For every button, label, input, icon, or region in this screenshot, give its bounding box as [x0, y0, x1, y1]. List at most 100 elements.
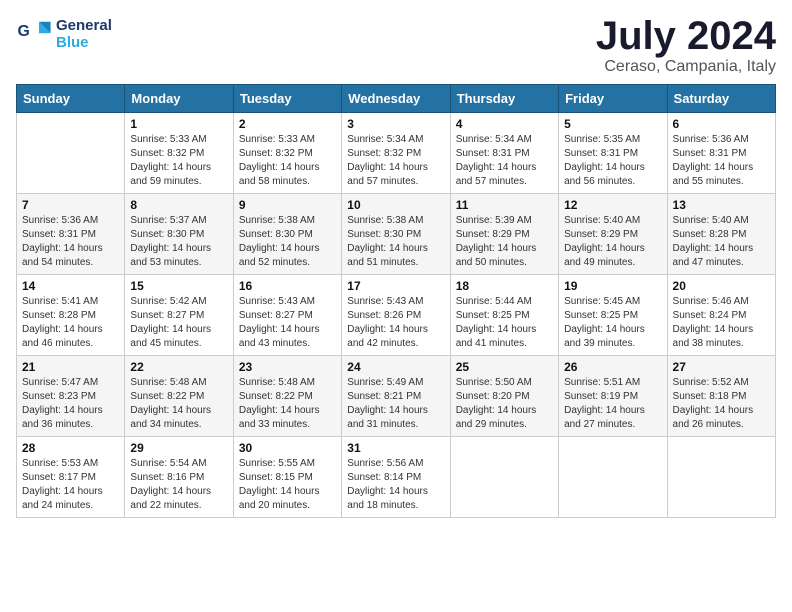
day-info: Sunrise: 5:37 AM Sunset: 8:30 PM Dayligh…	[130, 214, 227, 270]
calendar-week-4: 21 Sunrise: 5:47 AM Sunset: 8:23 PM Dayli…	[17, 356, 776, 437]
day-info: Sunrise: 5:41 AM Sunset: 8:28 PM Dayligh…	[22, 295, 119, 351]
day-header-monday: Monday	[125, 85, 233, 113]
day-info: Sunrise: 5:47 AM Sunset: 8:23 PM Dayligh…	[22, 376, 119, 432]
day-number: 18	[456, 279, 553, 293]
calendar-cell: 4Sunrise: 5:34 AM Sunset: 8:31 PM Daylig…	[450, 113, 558, 194]
day-info: Sunrise: 5:48 AM Sunset: 8:22 PM Dayligh…	[130, 376, 227, 432]
day-info: Sunrise: 5:50 AM Sunset: 8:20 PM Dayligh…	[456, 376, 553, 432]
day-number: 24	[347, 360, 444, 374]
calendar-cell: 17 Sunrise: 5:43 AM Sunset: 8:26 PM Dayli…	[342, 275, 450, 356]
day-info: Sunrise: 5:53 AM Sunset: 8:17 PM Dayligh…	[22, 457, 119, 513]
calendar-header-row: SundayMondayTuesdayWednesdayThursdayFrid…	[17, 85, 776, 113]
calendar-cell: 1 Sunrise: 5:33 AM Sunset: 8:32 PM Daylig…	[125, 113, 233, 194]
day-number: 21	[22, 360, 119, 374]
day-number: 6	[673, 117, 770, 131]
day-header-saturday: Saturday	[667, 85, 775, 113]
calendar-title: July 2024	[596, 16, 776, 56]
day-number: 20	[673, 279, 770, 293]
day-info: Sunrise: 5:40 AM Sunset: 8:28 PM Dayligh…	[673, 214, 770, 270]
day-info: Sunrise: 5:46 AM Sunset: 8:24 PM Dayligh…	[673, 295, 770, 351]
day-number: 14	[22, 279, 119, 293]
day-number: 15	[130, 279, 227, 293]
day-header-tuesday: Tuesday	[233, 85, 341, 113]
day-number: 7	[22, 198, 119, 212]
day-info: Sunrise: 5:39 AM Sunset: 8:29 PM Dayligh…	[456, 214, 553, 270]
day-number: 28	[22, 441, 119, 455]
day-number: 19	[564, 279, 661, 293]
calendar-cell: 22 Sunrise: 5:48 AM Sunset: 8:22 PM Dayli…	[125, 356, 233, 437]
day-number: 26	[564, 360, 661, 374]
calendar-cell: 6 Sunrise: 5:36 AM Sunset: 8:31 PM Daylig…	[667, 113, 775, 194]
day-info: Sunrise: 5:33 AM Sunset: 8:32 PM Dayligh…	[130, 133, 227, 189]
day-info: Sunrise: 5:55 AM Sunset: 8:15 PM Dayligh…	[239, 457, 336, 513]
calendar-cell: 26 Sunrise: 5:51 AM Sunset: 8:19 PM Dayli…	[559, 356, 667, 437]
day-number: 10	[347, 198, 444, 212]
day-number: 29	[130, 441, 227, 455]
day-number: 13	[673, 198, 770, 212]
day-number: 4	[456, 117, 553, 131]
calendar-cell: 14 Sunrise: 5:41 AM Sunset: 8:28 PM Dayli…	[17, 275, 125, 356]
day-number: 5	[564, 117, 661, 131]
logo: G General Blue	[16, 16, 112, 52]
svg-text:G: G	[17, 23, 29, 40]
day-number: 3	[347, 117, 444, 131]
day-info: Sunrise: 5:49 AM Sunset: 8:21 PM Dayligh…	[347, 376, 444, 432]
day-info: Sunrise: 5:54 AM Sunset: 8:16 PM Dayligh…	[130, 457, 227, 513]
calendar-cell	[17, 113, 125, 194]
day-number: 23	[239, 360, 336, 374]
day-number: 11	[456, 198, 553, 212]
day-info: Sunrise: 5:38 AM Sunset: 8:30 PM Dayligh…	[239, 214, 336, 270]
day-info: Sunrise: 5:48 AM Sunset: 8:22 PM Dayligh…	[239, 376, 336, 432]
header: G General Blue July 2024 Ceraso, Campani…	[16, 16, 776, 76]
day-number: 27	[673, 360, 770, 374]
day-info: Sunrise: 5:42 AM Sunset: 8:27 PM Dayligh…	[130, 295, 227, 351]
day-number: 25	[456, 360, 553, 374]
day-info: Sunrise: 5:36 AM Sunset: 8:31 PM Dayligh…	[673, 133, 770, 189]
calendar-cell: 11 Sunrise: 5:39 AM Sunset: 8:29 PM Dayli…	[450, 194, 558, 275]
day-number: 17	[347, 279, 444, 293]
day-number: 22	[130, 360, 227, 374]
calendar-cell: 18 Sunrise: 5:44 AM Sunset: 8:25 PM Dayli…	[450, 275, 558, 356]
day-number: 2	[239, 117, 336, 131]
calendar-cell: 20 Sunrise: 5:46 AM Sunset: 8:24 PM Dayli…	[667, 275, 775, 356]
calendar-cell	[667, 437, 775, 518]
day-header-sunday: Sunday	[17, 85, 125, 113]
day-info: Sunrise: 5:51 AM Sunset: 8:19 PM Dayligh…	[564, 376, 661, 432]
calendar-cell: 29 Sunrise: 5:54 AM Sunset: 8:16 PM Dayli…	[125, 437, 233, 518]
calendar-cell: 30 Sunrise: 5:55 AM Sunset: 8:15 PM Dayli…	[233, 437, 341, 518]
calendar-cell: 5 Sunrise: 5:35 AM Sunset: 8:31 PM Daylig…	[559, 113, 667, 194]
day-number: 30	[239, 441, 336, 455]
calendar-week-2: 7 Sunrise: 5:36 AM Sunset: 8:31 PM Daylig…	[17, 194, 776, 275]
day-info: Sunrise: 5:43 AM Sunset: 8:27 PM Dayligh…	[239, 295, 336, 351]
calendar-cell: 15 Sunrise: 5:42 AM Sunset: 8:27 PM Dayli…	[125, 275, 233, 356]
day-info: Sunrise: 5:36 AM Sunset: 8:31 PM Dayligh…	[22, 214, 119, 270]
day-info: Sunrise: 5:35 AM Sunset: 8:31 PM Dayligh…	[564, 133, 661, 189]
calendar-cell: 24 Sunrise: 5:49 AM Sunset: 8:21 PM Dayli…	[342, 356, 450, 437]
day-header-wednesday: Wednesday	[342, 85, 450, 113]
day-number: 16	[239, 279, 336, 293]
day-header-friday: Friday	[559, 85, 667, 113]
day-header-thursday: Thursday	[450, 85, 558, 113]
day-info: Sunrise: 5:43 AM Sunset: 8:26 PM Dayligh…	[347, 295, 444, 351]
title-area: July 2024 Ceraso, Campania, Italy	[596, 16, 776, 76]
calendar-cell: 25 Sunrise: 5:50 AM Sunset: 8:20 PM Dayli…	[450, 356, 558, 437]
day-number: 1	[130, 117, 227, 131]
calendar-week-3: 14 Sunrise: 5:41 AM Sunset: 8:28 PM Dayli…	[17, 275, 776, 356]
calendar-cell: 12Sunrise: 5:40 AM Sunset: 8:29 PM Dayli…	[559, 194, 667, 275]
calendar-cell: 19Sunrise: 5:45 AM Sunset: 8:25 PM Dayli…	[559, 275, 667, 356]
day-info: Sunrise: 5:33 AM Sunset: 8:32 PM Dayligh…	[239, 133, 336, 189]
calendar-cell: 13 Sunrise: 5:40 AM Sunset: 8:28 PM Dayli…	[667, 194, 775, 275]
calendar-body: 1 Sunrise: 5:33 AM Sunset: 8:32 PM Daylig…	[17, 113, 776, 518]
day-number: 8	[130, 198, 227, 212]
calendar-cell: 10Sunrise: 5:38 AM Sunset: 8:30 PM Dayli…	[342, 194, 450, 275]
calendar-cell	[450, 437, 558, 518]
day-info: Sunrise: 5:44 AM Sunset: 8:25 PM Dayligh…	[456, 295, 553, 351]
calendar-cell: 21 Sunrise: 5:47 AM Sunset: 8:23 PM Dayli…	[17, 356, 125, 437]
calendar-cell: 7 Sunrise: 5:36 AM Sunset: 8:31 PM Daylig…	[17, 194, 125, 275]
calendar-subtitle: Ceraso, Campania, Italy	[596, 58, 776, 76]
day-info: Sunrise: 5:56 AM Sunset: 8:14 PM Dayligh…	[347, 457, 444, 513]
calendar-week-1: 1 Sunrise: 5:33 AM Sunset: 8:32 PM Daylig…	[17, 113, 776, 194]
calendar-cell: 28 Sunrise: 5:53 AM Sunset: 8:17 PM Dayli…	[17, 437, 125, 518]
calendar-cell: 8 Sunrise: 5:37 AM Sunset: 8:30 PM Daylig…	[125, 194, 233, 275]
logo-text: General Blue	[56, 17, 112, 51]
